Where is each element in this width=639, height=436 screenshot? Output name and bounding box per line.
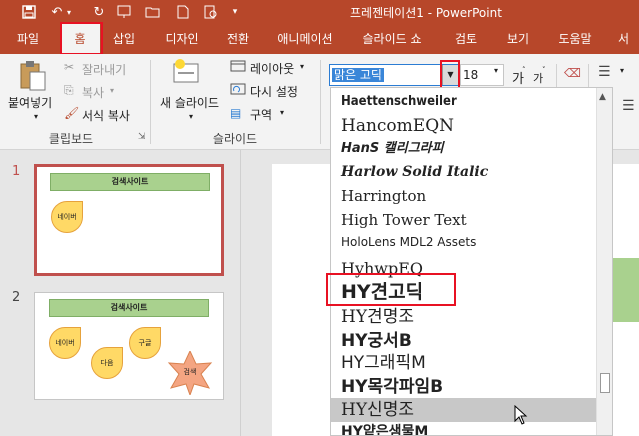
reset-button[interactable]: 다시 설정	[250, 83, 298, 100]
font-option[interactable]: High Tower Text	[331, 208, 597, 232]
layout-dropdown-icon[interactable]: ▾	[300, 62, 304, 71]
scrollbar-thumb[interactable]	[600, 373, 610, 393]
section-dropdown-icon[interactable]: ▾	[280, 108, 284, 117]
tab-insert[interactable]: 삽입	[104, 24, 144, 54]
font-option[interactable]: HoloLens MDL2 Assets	[331, 232, 597, 252]
shape-drop: 네이버	[49, 327, 81, 359]
print-preview-icon[interactable]	[202, 2, 220, 22]
new-file-icon[interactable]	[174, 2, 192, 22]
section-button[interactable]: 구역	[250, 106, 272, 123]
clipboard-group-label: 클립보드	[48, 132, 94, 146]
new-slide-button[interactable]: 새 슬라이드	[160, 94, 219, 111]
tab-file[interactable]: 파일	[8, 24, 48, 54]
divider	[320, 60, 321, 144]
start-slideshow-icon[interactable]	[116, 2, 134, 22]
tab-transitions[interactable]: 전환	[216, 24, 260, 54]
shape-drop: 다음	[91, 347, 123, 379]
font-option[interactable]: Harrington	[331, 184, 597, 208]
bullets-dropdown-icon[interactable]: ▾	[620, 66, 624, 75]
slide-title-box: 검색사이트	[50, 173, 210, 191]
paste-button[interactable]: 붙여넣기	[8, 94, 52, 111]
title-bar: ↶ ▾ ↻ ▾ 프레젠테이션1 - PowerPoint	[0, 0, 639, 24]
home-tab-highlight	[60, 22, 103, 55]
new-slide-dropdown-icon[interactable]: ▾	[189, 112, 193, 121]
font-option-highlight	[326, 273, 456, 306]
shape-drop: 네이버	[51, 201, 83, 233]
font-list-dropdown: Haettenschweiler HancomEQN HanS 캘리그라피 Ha…	[330, 87, 613, 436]
slides-group-label: 슬라이드	[212, 132, 258, 146]
save-icon[interactable]	[20, 2, 38, 22]
divider	[556, 64, 557, 88]
font-option[interactable]: Harlow Solid Italic	[331, 160, 597, 184]
copy-icon: ⎘	[64, 83, 74, 97]
tab-tell-me[interactable]: 서	[618, 24, 639, 54]
slide-number: 2	[12, 290, 21, 305]
slide-thumbnail-1[interactable]: 검색사이트 네이버	[34, 164, 224, 276]
divider	[588, 64, 589, 88]
open-folder-icon[interactable]	[144, 2, 162, 22]
format-painter-icon: 🖌	[64, 106, 80, 120]
font-option[interactable]: Haettenschweiler	[331, 92, 597, 112]
divider	[150, 60, 151, 144]
new-slide-icon[interactable]	[172, 58, 202, 91]
slide-number: 1	[12, 164, 21, 179]
font-option-hovered[interactable]: HY신명조	[331, 398, 597, 422]
scissors-icon: ✂	[64, 60, 75, 74]
font-option[interactable]: HanS 캘리그라피	[331, 138, 597, 160]
bullets-icon[interactable]: ☰	[598, 64, 611, 80]
scroll-up-arrow-icon[interactable]: ▲	[599, 92, 606, 102]
slide-thumbnail-2[interactable]: 검색사이트 네이버 다음 구글 검색	[34, 292, 224, 400]
clipboard-icon[interactable]	[18, 60, 48, 95]
tab-help[interactable]: 도움말	[548, 24, 602, 54]
font-option[interactable]: HY견명조	[331, 304, 597, 330]
slide-title-box: 검색사이트	[49, 299, 209, 317]
grow-font-icon: ˄	[522, 66, 526, 74]
undo-dropdown-icon[interactable]: ▾	[64, 2, 74, 22]
paste-dropdown-icon[interactable]: ▾	[34, 112, 38, 121]
star-shape-label: 검색	[183, 368, 197, 376]
clear-formatting-icon[interactable]: ⌫	[564, 66, 581, 80]
mouse-cursor-icon	[514, 404, 528, 428]
tab-review[interactable]: 검토	[446, 24, 486, 54]
tab-design[interactable]: 디자인	[154, 24, 210, 54]
font-option[interactable]: HY얕은샘물M	[331, 422, 597, 435]
format-painter-button[interactable]: 서식 복사	[82, 107, 130, 124]
font-size-dropdown-icon[interactable]: ▾	[494, 66, 498, 75]
shrink-font-icon: ˅	[542, 66, 546, 74]
copy-dropdown-icon: ▾	[110, 86, 115, 95]
shape-drop: 구글	[129, 327, 161, 359]
align-left-icon[interactable]: ☰	[622, 98, 635, 114]
star-shape: 검색	[167, 351, 213, 395]
layout-icon	[230, 60, 246, 75]
customize-qat-icon[interactable]: ▾	[226, 2, 244, 22]
font-option[interactable]: HY그래픽M	[331, 350, 597, 376]
tab-animations[interactable]: 애니메이션	[266, 24, 344, 54]
layout-button[interactable]: 레이아웃	[250, 60, 294, 77]
section-icon: ▤	[230, 106, 242, 120]
reset-icon	[230, 83, 246, 98]
font-list-scrollbar[interactable]: ▲	[596, 88, 612, 435]
font-option[interactable]: HY목각파임B	[331, 374, 597, 400]
copy-button[interactable]: 복사	[82, 84, 104, 101]
clipboard-dialog-launcher-icon[interactable]: ⇲	[138, 132, 146, 142]
tab-slideshow[interactable]: 슬라이드 쇼	[356, 24, 428, 54]
font-name-value: 맑은 고딕	[332, 68, 384, 82]
window-title: 프레젠테이션1 - PowerPoint	[350, 6, 502, 20]
cut-button[interactable]: 잘라내기	[82, 61, 126, 78]
tab-view[interactable]: 보기	[496, 24, 540, 54]
redo-icon[interactable]: ↻	[90, 2, 108, 22]
slide-thumbnail-pane: 1 검색사이트 네이버 2 검색사이트 네이버 다음 구글 검색	[0, 150, 240, 436]
font-option[interactable]: HancomEQN	[331, 114, 597, 138]
